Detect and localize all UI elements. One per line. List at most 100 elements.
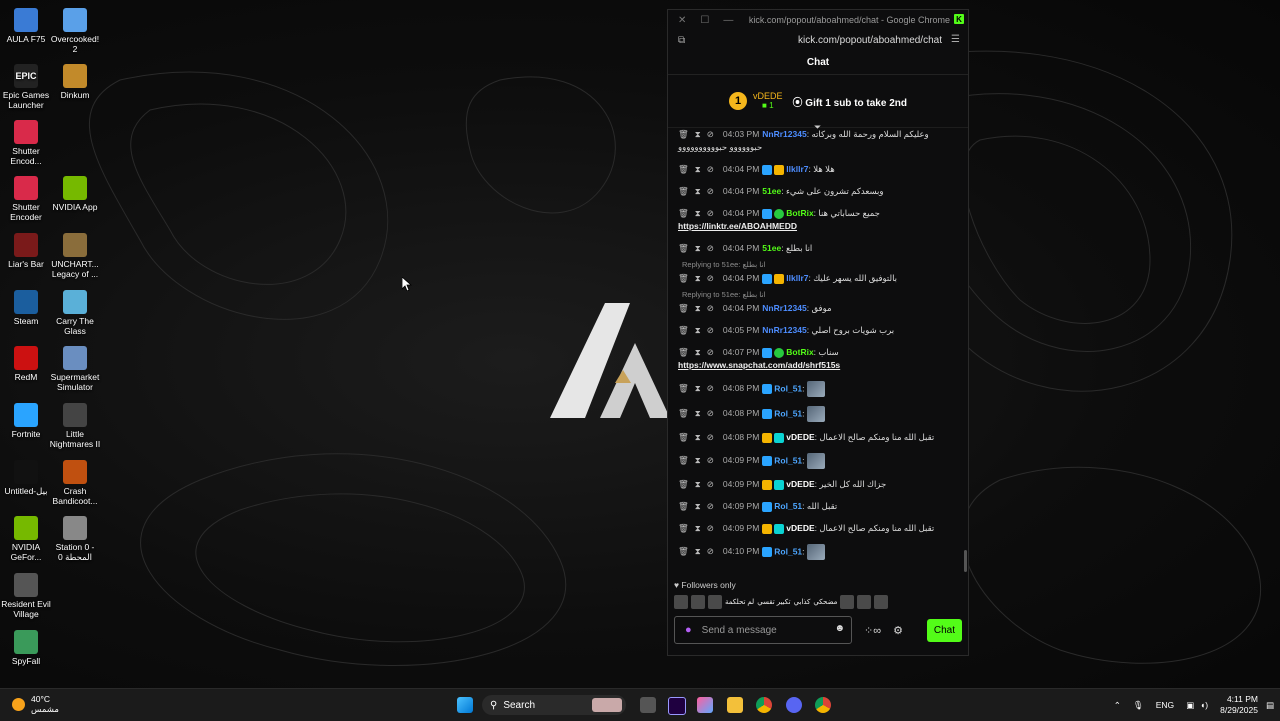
mod-tools-icon[interactable]: 🗑⧗⊘ (678, 455, 720, 465)
chat-message[interactable]: 🗑⧗⊘ 04:09 PM vDEDE: جزاك الله كل الخير (678, 478, 960, 491)
mod-tools-icon[interactable]: 🗑⧗⊘ (678, 186, 720, 196)
emote-icon[interactable] (857, 595, 872, 609)
desktop-icon[interactable]: UNCHART... Legacy of ... (49, 233, 101, 279)
weather-widget[interactable]: 40°C مشمس (12, 694, 59, 714)
desktop-icon[interactable]: AULA F75 (0, 8, 52, 44)
chrome-active-icon[interactable] (815, 697, 831, 713)
mod-tools-icon[interactable]: 🗑⧗⊘ (678, 129, 720, 139)
chat-message[interactable]: 🗑⧗⊘ 04:04 PM llkllr7: هلا هلا (678, 163, 960, 176)
desktop-icon[interactable]: EPIC Epic Games Launcher (0, 64, 52, 110)
mod-tools-icon[interactable]: 🗑⧗⊘ (678, 546, 720, 556)
message-username[interactable]: Rol_51 (774, 501, 802, 511)
mic-icon[interactable]: ● (685, 624, 692, 636)
emote-icon[interactable] (840, 595, 855, 609)
emote-icon[interactable] (691, 595, 705, 609)
desktop-icon[interactable]: Shutter Encoder (0, 176, 52, 222)
language-indicator[interactable]: ENG (1156, 700, 1174, 710)
chat-message[interactable]: 🗑⧗⊘ 04:04 PM 51ee: انا بطلع (678, 242, 960, 255)
desktop-icon[interactable]: Shutter Encod... (0, 120, 52, 166)
desktop-icon[interactable]: Resident Evil Village (0, 573, 52, 619)
message-username[interactable]: vDEDE (786, 479, 814, 489)
chat-message[interactable]: 🗑⧗⊘ 04:04 PM llkllr7: بالتوفيق الله يسهر ع… (678, 272, 960, 285)
chat-message[interactable]: 🗑⧗⊘ 04:08 PM Rol_51: (678, 381, 960, 397)
minimize-icon[interactable]: — (723, 15, 733, 26)
desktop-icon[interactable]: Liar's Bar (0, 233, 52, 269)
chevron-up-icon[interactable]: ⌃ (1114, 700, 1121, 711)
chat-message[interactable]: 🗑⧗⊘ 04:04 PM 51ee: وبسعدكم تشرون على شيء (678, 185, 960, 198)
message-username[interactable]: vDEDE (786, 523, 814, 533)
mod-tools-icon[interactable]: 🗑⧗⊘ (678, 208, 720, 218)
desktop-icon[interactable]: Dinkum (49, 64, 101, 100)
close-icon[interactable]: ✕ (678, 15, 686, 26)
emote-icon[interactable] (708, 595, 722, 609)
desktop-icon[interactable]: Fortnite (0, 403, 52, 439)
chrome-icon[interactable] (756, 697, 772, 713)
emote-icon[interactable] (874, 595, 889, 609)
message-username[interactable]: Rol_51 (774, 408, 802, 418)
premiere-pro-icon[interactable] (668, 697, 686, 715)
chat-send-button[interactable]: Chat (926, 618, 962, 642)
desktop-icon[interactable]: Crash Bandicoot... (49, 460, 101, 506)
desktop-icon[interactable]: RedM (0, 346, 52, 382)
message-username[interactable]: NnRr12345 (762, 129, 806, 139)
chat-message[interactable]: 🗑⧗⊘ 04:04 PM BotRix: جميع حساباتي هنا https… (678, 207, 960, 233)
settings-gear-icon[interactable]: ⚙ (893, 624, 903, 637)
desktop-icon[interactable]: Carry The Glass (49, 290, 101, 336)
emote-label[interactable]: لم تحلكمة (725, 598, 754, 606)
maximize-icon[interactable]: ☐ (700, 15, 709, 26)
message-username[interactable]: Rol_51 (774, 383, 802, 393)
mod-tools-icon[interactable]: 🗑⧗⊘ (678, 243, 720, 253)
message-input[interactable]: ● Send a message ☻ (674, 616, 852, 644)
address-bar[interactable]: ⧉ kick.com/popout/aboahmed/chat ☰ (668, 30, 968, 52)
emote-icon[interactable] (674, 595, 688, 609)
site-info-icon[interactable]: ⧉ (678, 35, 685, 46)
chat-message[interactable]: 🗑⧗⊘ 04:08 PM Rol_51: (678, 406, 960, 422)
mod-tools-icon[interactable]: 🗑⧗⊘ (678, 383, 720, 393)
chat-message[interactable]: 🗑⧗⊘ 04:09 PM vDEDE: تقبل الله منا ومنكم صا… (678, 522, 960, 535)
taskbar-search[interactable]: ⚲ Search (482, 695, 626, 715)
chat-message[interactable]: 🗑⧗⊘ 04:03 PM NnRr12345: وعليكم السلام ورحم… (678, 128, 960, 154)
notification-icon[interactable]: ▤ (1266, 700, 1274, 711)
mod-tools-icon[interactable]: 🗑⧗⊘ (678, 325, 720, 335)
mod-tools-icon[interactable]: 🗑⧗⊘ (678, 273, 720, 283)
message-username[interactable]: BotRix (786, 347, 813, 357)
desktop-icon[interactable]: NVIDIA GeFor... (0, 516, 52, 562)
message-link[interactable]: https://linktr.ee/ABOAHMEDD (678, 221, 797, 231)
emote-label[interactable]: تكبير تقسي (757, 598, 790, 606)
network-icon[interactable]: ▣ (1186, 700, 1194, 711)
mod-tools-icon[interactable]: 🗑⧗⊘ (678, 303, 720, 313)
windows-start-icon[interactable] (457, 697, 473, 713)
task-view-icon[interactable] (640, 697, 656, 713)
message-username[interactable]: llkllr7 (786, 164, 808, 174)
mod-tools-icon[interactable]: 🗑⧗⊘ (678, 523, 720, 533)
chat-message[interactable]: 🗑⧗⊘ 04:07 PM BotRix: سناب https://www.snapc… (678, 346, 960, 372)
chat-message[interactable]: 🗑⧗⊘ 04:04 PM NnRr12345: موفق (678, 302, 960, 315)
chat-message[interactable]: 🗑⧗⊘ 04:10 PM Rol_51: (678, 544, 960, 560)
desktop-icon[interactable]: Steam (0, 290, 52, 326)
gift-sub-button[interactable]: ⦿ Gift 1 sub to take 2nd (793, 94, 907, 109)
mod-tools-icon[interactable]: 🗑⧗⊘ (678, 408, 720, 418)
message-username[interactable]: vDEDE (786, 432, 814, 442)
microphone-icon[interactable]: 🎙 (1133, 700, 1144, 711)
desktop-icon[interactable]: SpyFall (0, 630, 52, 666)
mod-tools-icon[interactable]: 🗑⧗⊘ (678, 164, 720, 174)
emote-label[interactable]: كذابي (794, 598, 811, 606)
desktop-icon[interactable]: Station 0 - المحطة 0 (49, 516, 101, 562)
chat-message[interactable]: 🗑⧗⊘ 04:09 PM Rol_51: (678, 453, 960, 469)
message-username[interactable]: 51ee (762, 186, 781, 196)
kicks-icon[interactable]: ⁘∞ (864, 624, 881, 637)
desktop-icon[interactable]: NVIDIA App (49, 176, 101, 212)
photos-icon[interactable] (697, 697, 713, 713)
tune-icon[interactable]: ☰ (951, 34, 960, 45)
clock[interactable]: 4:11 PM 8/29/2025 (1220, 694, 1258, 716)
message-username[interactable]: llkllr7 (786, 273, 808, 283)
emoji-icon[interactable]: ☻ (834, 623, 845, 634)
discord-icon[interactable] (786, 697, 802, 713)
desktop-icon[interactable]: Supermarket Simulator (49, 346, 101, 392)
mod-tools-icon[interactable]: 🗑⧗⊘ (678, 347, 720, 357)
chat-message[interactable]: 🗑⧗⊘ 04:08 PM vDEDE: تقبل الله منا ومنكم صا… (678, 431, 960, 444)
message-username[interactable]: 51ee (762, 243, 781, 253)
desktop-icon[interactable]: Little Nightmares II (49, 403, 101, 449)
file-explorer-icon[interactable] (727, 697, 743, 713)
emote-label[interactable]: مضحكي (813, 598, 837, 606)
